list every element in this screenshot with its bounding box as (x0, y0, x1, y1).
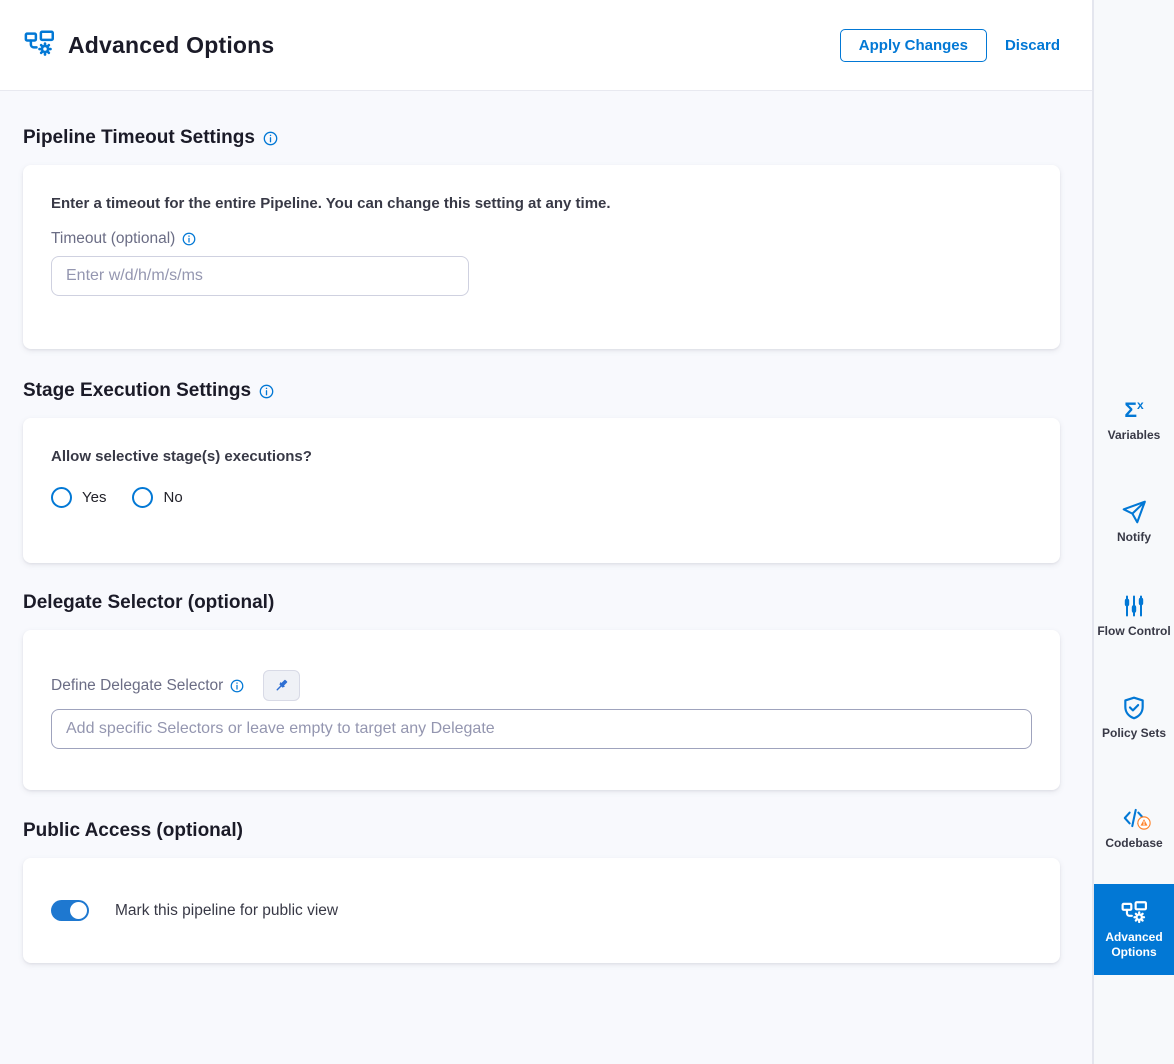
header-actions: Apply Changes Discard (840, 29, 1060, 62)
pipeline-right-sidebar: Σx Variables Notify (1092, 0, 1174, 1064)
sidebar-item-label: Codebase (1096, 836, 1172, 851)
header-title-group: Advanced Options (24, 28, 840, 63)
pipeline-gear-icon (1096, 898, 1172, 926)
timeout-card: Enter a timeout for the entire Pipeline.… (23, 165, 1060, 349)
timeout-section-heading: Pipeline Timeout Settings (23, 127, 1060, 149)
sliders-icon (1096, 592, 1172, 620)
sidebar-item-label: Notify (1096, 530, 1172, 545)
delegate-field-label: Define Delegate Selector (51, 677, 223, 695)
sidebar-item-codebase[interactable]: Codebase (1094, 796, 1174, 859)
public-access-section-heading: Public Access (optional) (23, 820, 1060, 842)
page-header: Advanced Options Apply Changes Discard (0, 0, 1092, 91)
timeout-field-label: Timeout (optional) (51, 230, 175, 248)
info-icon[interactable] (230, 679, 244, 693)
timeout-field-label-row: Timeout (optional) (51, 230, 1032, 248)
selective-stage-question: Allow selective stage(s) executions? (51, 448, 1032, 465)
public-view-toggle[interactable] (51, 900, 89, 921)
sidebar-item-label: Advanced Options (1096, 930, 1172, 960)
timeout-input[interactable] (51, 256, 469, 296)
radio-circle[interactable] (51, 487, 72, 508)
stage-execution-heading-text: Stage Execution Settings (23, 380, 251, 402)
sidebar-item-flow-control[interactable]: Flow Control (1094, 584, 1174, 647)
radio-option-yes[interactable]: Yes (51, 487, 106, 508)
public-view-toggle-label: Mark this pipeline for public view (115, 902, 338, 920)
info-icon[interactable] (259, 384, 274, 399)
sidebar-item-label: Variables (1096, 428, 1172, 443)
radio-label: Yes (82, 489, 106, 506)
pipeline-gear-icon (24, 28, 54, 63)
sidebar-item-advanced-options[interactable]: Advanced Options (1094, 884, 1174, 975)
sidebar-item-label: Policy Sets (1096, 726, 1172, 741)
stage-execution-card: Allow selective stage(s) executions? Yes… (23, 418, 1060, 563)
warning-badge-icon (1137, 816, 1151, 835)
timeout-description: Enter a timeout for the entire Pipeline.… (51, 195, 1032, 212)
sidebar-item-variables[interactable]: Σx Variables (1094, 388, 1174, 451)
radio-circle[interactable] (132, 487, 153, 508)
sidebar-item-label: Flow Control (1096, 624, 1172, 639)
stage-execution-section-heading: Stage Execution Settings (23, 380, 1060, 402)
settings-content: Pipeline Timeout Settings Enter a timeou… (0, 91, 1092, 1064)
shield-check-icon (1096, 694, 1172, 722)
delegate-card: Define Delegate Selector (23, 630, 1060, 790)
discard-button[interactable]: Discard (1005, 37, 1060, 54)
page-title: Advanced Options (68, 32, 274, 59)
radio-option-no[interactable]: No (132, 487, 182, 508)
sidebar-item-notify[interactable]: Notify (1094, 490, 1174, 553)
toggle-knob (70, 902, 87, 919)
delegate-field-label-row: Define Delegate Selector (51, 670, 1032, 701)
delegate-selector-input[interactable] (51, 709, 1032, 749)
advanced-options-page: Advanced Options Apply Changes Discard P… (0, 0, 1174, 1064)
timeout-heading-text: Pipeline Timeout Settings (23, 127, 255, 149)
paper-plane-icon (1096, 498, 1172, 526)
apply-changes-button[interactable]: Apply Changes (840, 29, 987, 62)
main-panel: Advanced Options Apply Changes Discard P… (0, 0, 1092, 1064)
info-icon[interactable] (263, 131, 278, 146)
public-access-heading-text: Public Access (optional) (23, 820, 243, 842)
public-view-toggle-row: Mark this pipeline for public view (51, 900, 338, 921)
delegate-heading-text: Delegate Selector (optional) (23, 592, 274, 614)
pushpin-icon (273, 677, 290, 694)
sidebar-item-policy-sets[interactable]: Policy Sets (1094, 686, 1174, 749)
info-icon[interactable] (182, 232, 196, 246)
pin-runtime-input-button[interactable] (263, 670, 300, 701)
code-warning-icon (1096, 804, 1172, 832)
sigma-x-icon: Σx (1096, 396, 1172, 424)
radio-label: No (163, 489, 182, 506)
delegate-section-heading: Delegate Selector (optional) (23, 592, 1060, 614)
public-access-card: Mark this pipeline for public view (23, 858, 1060, 963)
selective-stage-options: Yes No (51, 487, 1032, 508)
